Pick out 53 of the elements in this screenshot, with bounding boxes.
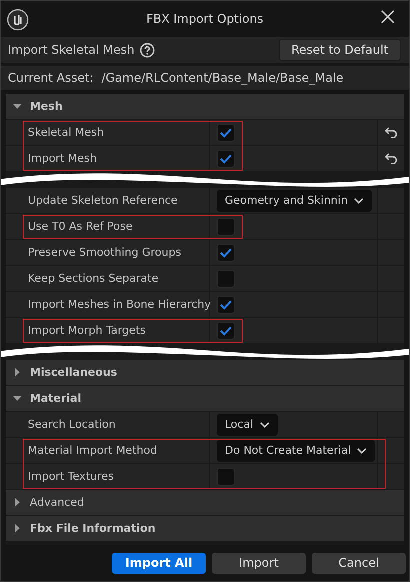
checkbox[interactable] <box>217 150 235 168</box>
engine-logo-icon <box>7 9 29 31</box>
property-label: Update Skeleton Reference <box>28 194 178 207</box>
window-title: FBX Import Options <box>146 12 264 26</box>
property-label: Import Textures <box>28 470 114 483</box>
reset-arrow-icon[interactable] <box>384 127 398 138</box>
section-header[interactable]: Mesh <box>6 94 404 120</box>
property-label: Search Location <box>28 418 116 431</box>
primary-button[interactable]: Import All <box>112 552 206 574</box>
checkbox[interactable] <box>217 244 235 262</box>
check-icon <box>220 300 232 310</box>
current-asset-path: /Game/RLContent/Base_Male/Base_Male <box>102 71 344 85</box>
close-icon[interactable] <box>381 10 395 24</box>
property-label: Import Mesh <box>28 152 97 165</box>
section-header[interactable]: Advanced <box>6 490 404 516</box>
property-label: Use T0 As Ref Pose <box>28 220 133 233</box>
check-icon <box>220 154 232 164</box>
property-label: Import Morph Targets <box>28 324 146 337</box>
caret-icon <box>354 198 364 204</box>
expand-arrow-icon <box>13 524 22 533</box>
checkbox[interactable] <box>217 124 235 142</box>
property-label: Skeletal Mesh <box>28 126 104 139</box>
dropdown[interactable]: Geometry and Skinnin <box>217 190 372 212</box>
checkbox[interactable] <box>217 218 235 236</box>
dialog-button[interactable]: Import <box>212 552 306 574</box>
check-icon <box>220 326 232 336</box>
checkbox[interactable] <box>217 322 235 340</box>
expand-arrow-icon <box>13 498 22 507</box>
check-icon <box>220 248 232 258</box>
caret-icon <box>260 422 270 428</box>
dropdown[interactable]: Do Not Create Material <box>217 440 376 462</box>
collapse-arrow-icon <box>13 394 22 403</box>
property-label: Keep Sections Separate <box>28 272 159 285</box>
import-type-title: Import Skeletal Mesh <box>8 43 135 57</box>
checkbox[interactable] <box>217 270 235 288</box>
reset-to-default-button[interactable]: Reset to Default <box>279 39 401 61</box>
checkbox[interactable] <box>217 468 235 486</box>
dropdown[interactable]: Local <box>217 414 278 436</box>
property-label: Preserve Smoothing Groups <box>28 246 182 259</box>
section-header[interactable]: Fbx File Information <box>6 516 404 542</box>
current-asset-label: Current Asset: <box>8 71 94 85</box>
property-label: Material Import Method <box>28 444 158 457</box>
checkbox[interactable] <box>217 296 235 314</box>
help-icon[interactable] <box>140 42 155 58</box>
section-header[interactable]: Material <box>6 386 404 412</box>
collapse-arrow-icon <box>13 102 22 111</box>
check-icon <box>220 128 232 138</box>
reset-arrow-icon[interactable] <box>384 153 398 164</box>
section-header[interactable]: Miscellaneous <box>6 360 404 386</box>
expand-arrow-icon <box>13 368 22 377</box>
dialog-button[interactable]: Cancel <box>312 552 406 574</box>
caret-icon <box>357 448 368 454</box>
property-label: Import Meshes in Bone Hierarchy <box>28 298 212 311</box>
